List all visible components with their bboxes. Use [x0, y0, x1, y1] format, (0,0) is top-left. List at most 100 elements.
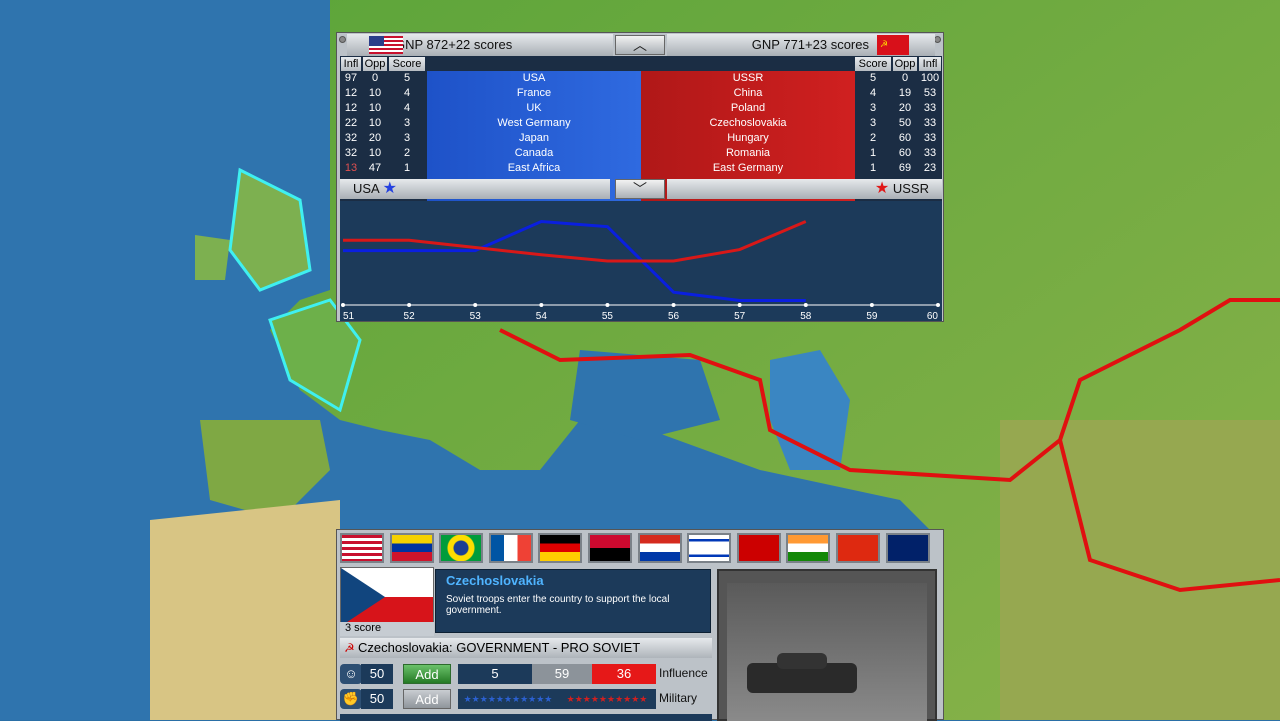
east-opp: 60	[898, 132, 912, 144]
usa-gnp-text: GNP 872+22 scores	[395, 37, 513, 52]
resource-value: 50	[361, 664, 393, 684]
flag-button-ussr[interactable]	[736, 533, 781, 563]
news-video-frame[interactable]	[717, 569, 937, 721]
west-infl: 32	[344, 147, 358, 159]
resource-value: 50	[361, 689, 393, 709]
col-header-score-east: Score	[855, 57, 891, 71]
x-tick	[869, 303, 874, 307]
flag-button-paraguay[interactable]	[637, 533, 682, 563]
news-video	[727, 583, 927, 721]
flag-button-angola[interactable]	[588, 533, 632, 563]
west-infl: 32	[344, 132, 358, 144]
west-score: 2	[403, 147, 411, 159]
flag-button-venezuela[interactable]	[389, 533, 434, 563]
east-score: 1	[869, 147, 877, 159]
west-opp: 10	[368, 147, 382, 159]
west-score: 5	[403, 72, 411, 84]
ussr-gnp-header: GNP 771+23 scores	[667, 33, 935, 56]
screw	[339, 36, 346, 43]
east-opp: 0	[901, 72, 909, 84]
country-name: Czechoslovakia	[446, 573, 544, 588]
flag-button-india[interactable]	[786, 533, 831, 563]
flag-button-france[interactable]	[488, 533, 533, 563]
usa-flag-icon	[369, 36, 403, 54]
west-infl: 12	[344, 102, 358, 114]
country-description: Soviet troops enter the country to suppo…	[446, 594, 670, 616]
west-country-name: UK	[526, 102, 542, 114]
ussr-legend-label: USSR	[892, 181, 929, 196]
col-header-opp-east: Opp	[893, 57, 917, 71]
star-icon: ★	[874, 180, 890, 197]
col-header-infl-east: Infl	[919, 57, 941, 71]
col-header-opp: Opp	[363, 57, 387, 71]
east-infl: 33	[923, 102, 937, 114]
screw	[934, 36, 941, 43]
east-score: 3	[869, 102, 877, 114]
x-tick-label: 53	[470, 311, 482, 321]
flag-button-brazil[interactable]	[439, 533, 484, 563]
x-tick	[473, 303, 478, 307]
add-influence-button[interactable]: Add	[403, 664, 451, 684]
series-line-ussr	[343, 220, 807, 263]
x-tick	[671, 303, 676, 307]
east-score: 3	[869, 117, 877, 129]
score-history-chart: 51 52 53 54 55 56 57 58 59 60	[340, 201, 942, 321]
col-header-infl: Infl	[341, 57, 361, 71]
flag-button-usa[interactable]	[340, 533, 384, 563]
flag-button-australia[interactable]	[885, 533, 930, 563]
expand-down-button[interactable]: ﹀	[615, 179, 665, 199]
west-infl: 12	[344, 87, 358, 99]
east-infl: 100	[920, 72, 940, 84]
west-country-name: France	[516, 87, 552, 99]
government-text: Czechoslovakia: GOVERNMENT - PRO SOVIET	[358, 640, 641, 655]
east-country-name: Poland	[730, 102, 766, 114]
military-label: Military	[659, 691, 697, 705]
star-icon: ★	[382, 180, 397, 197]
west-country-name: West Germany	[497, 117, 571, 129]
x-tick-label: 60	[927, 311, 939, 321]
west-opp: 0	[371, 72, 379, 84]
x-tick	[341, 303, 345, 307]
east-infl: 33	[923, 132, 937, 144]
east-opp: 20	[898, 102, 912, 114]
hammer-sickle-icon: ☭	[344, 641, 355, 655]
tank-turret	[777, 653, 827, 669]
collapse-up-button[interactable]: ︿	[615, 35, 665, 55]
x-tick	[407, 303, 412, 307]
east-country-name: Czechoslovakia	[709, 117, 787, 129]
usa-legend-label: USA	[353, 181, 380, 196]
x-tick-label: 55	[602, 311, 614, 321]
x-tick	[605, 303, 610, 307]
col-header-score: Score	[389, 57, 425, 71]
country-info-box: Czechoslovakia Soviet troops enter the c…	[435, 569, 711, 633]
flag-button-east-germany[interactable]	[538, 533, 583, 563]
influence-label: Influence	[659, 666, 708, 680]
x-tick-label: 54	[536, 311, 548, 321]
west-infl: 22	[344, 117, 358, 129]
east-score: 2	[869, 132, 877, 144]
x-tick	[803, 303, 808, 307]
east-infl: 33	[923, 147, 937, 159]
east-opp: 19	[898, 87, 912, 99]
series-line-usa	[343, 219, 806, 303]
west-country-name: USA	[522, 72, 546, 84]
east-country-name: Hungary	[727, 132, 769, 144]
add-military-button[interactable]: Add	[403, 689, 451, 709]
country-score: 3 score	[340, 622, 434, 636]
west-infl: 97	[344, 72, 358, 84]
west-opp: 10	[368, 117, 382, 129]
west-opp: 20	[368, 132, 382, 144]
flag-button-israel[interactable]	[687, 533, 732, 563]
czechoslovakia-flag	[340, 567, 434, 627]
flag-triangle	[341, 568, 385, 626]
usa-legend: USA ★	[340, 179, 610, 199]
west-opp: 10	[368, 102, 382, 114]
west-country-name: East Africa	[507, 162, 561, 174]
ussr-gnp-text: GNP 771+23 scores	[751, 37, 869, 52]
west-country-name: Japan	[519, 132, 549, 144]
flag-button-china[interactable]	[836, 533, 880, 563]
west-score: 4	[403, 102, 411, 114]
country-panel: 3 score Czechoslovakia Soviet troops ent…	[336, 529, 944, 721]
influence-west: 5	[458, 664, 532, 684]
x-tick-label: 51	[343, 311, 355, 321]
